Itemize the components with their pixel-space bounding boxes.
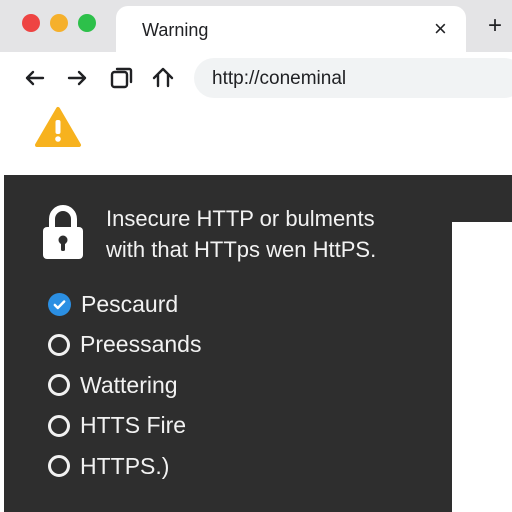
warning-message: Insecure HTTP or bulments with that HTTp…: [106, 203, 436, 265]
new-tab-button[interactable]: +: [488, 14, 502, 38]
minimize-window-button[interactable]: [50, 14, 68, 32]
address-text[interactable]: http://coneminal: [212, 68, 346, 90]
checked-radio-icon[interactable]: [48, 292, 71, 316]
option-item[interactable]: Wattering: [48, 365, 201, 406]
address-bar[interactable]: http://coneminal: [194, 58, 512, 98]
option-label: HTTS Fire: [80, 412, 187, 439]
home-icon[interactable]: [150, 65, 176, 91]
tab-close-icon[interactable]: ×: [434, 18, 447, 40]
forward-arrow-icon[interactable]: [64, 65, 90, 91]
side-content-box: [452, 222, 512, 512]
browser-toolbar: http://coneminal: [0, 52, 512, 106]
warning-message-line1: Insecure HTTP or bulments: [106, 206, 375, 231]
title-bar: Warning × +: [0, 0, 512, 58]
option-label: Pescaurd: [81, 290, 179, 317]
option-label: Wattering: [80, 371, 178, 398]
radio-icon[interactable]: [48, 374, 70, 397]
radio-icon[interactable]: [48, 414, 70, 437]
close-window-button[interactable]: [22, 14, 40, 32]
option-item[interactable]: HTTS Fire: [48, 406, 201, 447]
option-item[interactable]: Pescaurd: [48, 284, 201, 325]
option-label: Preessands: [80, 331, 202, 358]
lock-icon: [40, 203, 86, 261]
option-item[interactable]: HTTPS.): [48, 446, 201, 487]
option-label: HTTPS.): [80, 452, 170, 479]
tab-title: Warning: [142, 20, 209, 40]
browser-tab[interactable]: Warning ×: [116, 6, 466, 58]
radio-icon[interactable]: [48, 455, 70, 478]
warning-message-line2: with that HTTps wen HttPS.: [106, 237, 377, 262]
back-arrow-icon[interactable]: [22, 65, 48, 91]
tab-overview-icon[interactable]: [108, 65, 134, 91]
warning-icon: [34, 106, 82, 148]
zoom-window-button[interactable]: [78, 14, 96, 32]
options-list: Pescaurd Preessands Wattering HTTS Fire …: [48, 284, 201, 487]
radio-icon[interactable]: [48, 333, 70, 356]
option-item[interactable]: Preessands: [48, 325, 201, 366]
